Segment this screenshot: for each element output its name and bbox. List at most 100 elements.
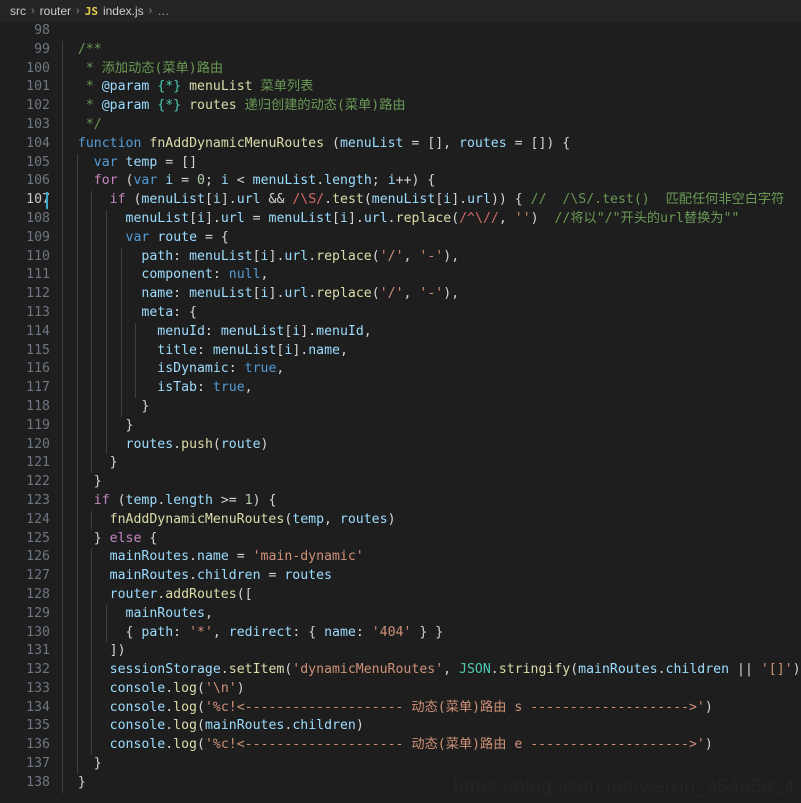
code-text[interactable]: isDynamic: true, [62, 360, 801, 379]
breadcrumb-file-name[interactable]: index.js [103, 4, 144, 18]
code-line[interactable]: 116 isDynamic: true, [0, 360, 801, 380]
code-line[interactable]: 110 path: menuList[i].url.replace('/', '… [0, 247, 801, 267]
code-line[interactable]: 113 meta: { [0, 303, 801, 323]
code-line[interactable]: 101 * @param {*} menuList 菜单列表 [0, 78, 801, 98]
code-text[interactable]: } [62, 755, 801, 774]
code-text[interactable]: var temp = [] [62, 154, 801, 173]
code-line[interactable]: 111 component: null, [0, 266, 801, 286]
code-line[interactable]: 121 } [0, 454, 801, 474]
code-line[interactable]: 103 */ [0, 115, 801, 135]
code-line[interactable]: 132 sessionStorage.setItem('dynamicMenuR… [0, 661, 801, 680]
token-fn: log [173, 699, 197, 715]
code-line[interactable]: 106 for (var i = 0; i < menuList.length;… [0, 172, 801, 192]
code-line[interactable]: 108 menuList[i].url = menuList[i].url.re… [0, 209, 801, 229]
code-text[interactable]: mainRoutes, [62, 605, 801, 624]
code-text[interactable]: */ [62, 116, 801, 135]
code-line[interactable]: 128 router.addRoutes([ [0, 585, 801, 605]
code-line[interactable]: 120 routes.push(route) [0, 435, 801, 455]
code-line[interactable]: 122 } [0, 473, 801, 492]
code-line[interactable]: 107 if (menuList[i].url && /\S/.test(men… [0, 191, 801, 210]
token-punct: ( [363, 192, 372, 208]
code-text[interactable]: ]) [62, 642, 801, 661]
token-punct: : [212, 267, 229, 283]
code-line[interactable]: 130 { path: '*', redirect: { name: '404'… [0, 623, 801, 643]
code-line[interactable]: 100 * 添加动态(菜单)路由 [0, 59, 801, 79]
code-text[interactable]: * 添加动态(菜单)路由 [62, 60, 801, 79]
code-line[interactable]: 129 mainRoutes, [0, 604, 801, 624]
code-text[interactable]: console.log(mainRoutes.children) [62, 717, 801, 736]
breadcrumb-segment-src[interactable]: src [10, 4, 26, 18]
code-line[interactable]: 105 var temp = [] [0, 153, 801, 173]
code-text[interactable]: mainRoutes.children = routes [62, 567, 801, 586]
breadcrumb-segment-router[interactable]: router [40, 4, 71, 18]
token-cmt: * 添加动态(菜单)路由 [62, 60, 224, 76]
code-line[interactable]: 104 function fnAddDynamicMenuRoutes (men… [0, 134, 801, 154]
code-line[interactable]: 98 [0, 22, 801, 41]
code-text[interactable]: console.log('%c!<-------------------- 动态… [62, 736, 801, 755]
code-text[interactable]: console.log('\n') [62, 680, 801, 699]
code-text[interactable]: /** [62, 41, 801, 60]
code-line[interactable]: 136 console.log('%c!<-------------------… [0, 736, 801, 756]
code-text[interactable]: sessionStorage.setItem('dynamicMenuRoute… [62, 661, 801, 680]
code-text[interactable]: if (menuList[i].url && /\S/.test(menuLis… [62, 191, 801, 210]
token-var: i [197, 210, 205, 226]
code-line[interactable]: 126 mainRoutes.name = 'main-dynamic' [0, 548, 801, 568]
code-text[interactable]: meta: { [62, 304, 801, 323]
code-line[interactable]: 114 menuId: menuList[i].menuId, [0, 322, 801, 342]
code-line[interactable]: 118 } [0, 397, 801, 417]
token-fn: setItem [228, 662, 285, 678]
breadcrumb[interactable]: src › router › JS index.js › … [0, 0, 801, 22]
code-text[interactable]: } [62, 398, 801, 417]
code-line[interactable]: 99 /** [0, 40, 801, 60]
token-fn: fnAddDynamicMenuRoutes [149, 135, 325, 151]
code-text[interactable]: menuId: menuList[i].menuId, [62, 323, 801, 342]
token-fn: replace [316, 248, 372, 264]
code-text[interactable]: mainRoutes.name = 'main-dynamic' [62, 548, 801, 567]
code-text[interactable]: } [62, 454, 801, 473]
token-punct [62, 173, 94, 188]
code-line[interactable]: 125 } else { [0, 529, 801, 549]
code-line[interactable]: 135 console.log(mainRoutes.children) [0, 717, 801, 737]
code-line[interactable]: 137 } [0, 755, 801, 774]
token-punct [62, 718, 110, 733]
token-var: url [363, 210, 388, 226]
code-text[interactable]: function fnAddDynamicMenuRoutes (menuLis… [62, 135, 801, 154]
token-cmt [181, 98, 189, 113]
code-line[interactable]: 124 fnAddDynamicMenuRoutes(temp, routes) [0, 510, 801, 530]
code-text[interactable]: name: menuList[i].url.replace('/', '-'), [62, 285, 801, 304]
code-text[interactable]: } else { [62, 530, 801, 549]
code-text[interactable]: title: menuList[i].name, [62, 342, 801, 361]
code-text[interactable]: component: null, [62, 266, 801, 285]
code-editor[interactable]: 98 99 /** 100 * 添加动态(菜单)路由 101 * @param {*}… [0, 22, 801, 803]
code-line[interactable]: 123 if (temp.length >= 1) { [0, 491, 801, 511]
code-lines[interactable]: 98 99 /** 100 * 添加动态(菜单)路由 101 * @param {*}… [0, 22, 801, 793]
token-cmt: //将以"/"开头的url替换为"" [554, 210, 740, 226]
code-line[interactable]: 115 title: menuList[i].name, [0, 341, 801, 361]
code-text[interactable]: for (var i = 0; i < menuList.length; i++… [62, 172, 801, 191]
code-text[interactable]: path: menuList[i].url.replace('/', '-'), [62, 248, 801, 267]
code-text[interactable]: { path: '*', redirect: { name: '404' } } [62, 624, 801, 643]
code-text[interactable]: if (temp.length >= 1) { [62, 492, 801, 511]
token-punct: )) { [490, 192, 531, 208]
code-text[interactable]: } [62, 473, 801, 492]
code-line[interactable]: 131 ]) [0, 642, 801, 662]
code-text[interactable]: } [62, 417, 801, 436]
code-text[interactable]: var route = { [62, 229, 801, 248]
code-line[interactable]: 112 name: menuList[i].url.replace('/', '… [0, 285, 801, 304]
breadcrumb-overflow[interactable]: … [157, 4, 170, 18]
code-text[interactable]: * @param {*} routes 递归创建的动态(菜单)路由 [62, 97, 801, 116]
code-line[interactable]: 133 console.log('\n') [0, 679, 801, 699]
code-line[interactable]: 117 isTab: true, [0, 379, 801, 398]
code-text[interactable]: menuList[i].url = menuList[i].url.replac… [62, 210, 801, 229]
code-line[interactable]: 102 * @param {*} routes 递归创建的动态(菜单)路由 [0, 97, 801, 116]
code-text[interactable]: routes.push(route) [62, 436, 801, 455]
code-text[interactable]: * @param {*} menuList 菜单列表 [62, 78, 801, 97]
code-text[interactable]: router.addRoutes([ [62, 586, 801, 605]
code-line[interactable]: 127 mainRoutes.children = routes [0, 567, 801, 586]
code-line[interactable]: 134 console.log('%c!<-------------------… [0, 698, 801, 718]
code-text[interactable]: isTab: true, [62, 379, 801, 398]
code-line[interactable]: 119 } [0, 416, 801, 436]
code-line[interactable]: 109 var route = { [0, 228, 801, 248]
code-text[interactable]: fnAddDynamicMenuRoutes(temp, routes) [62, 511, 801, 530]
code-text[interactable]: console.log('%c!<-------------------- 动态… [62, 699, 801, 718]
